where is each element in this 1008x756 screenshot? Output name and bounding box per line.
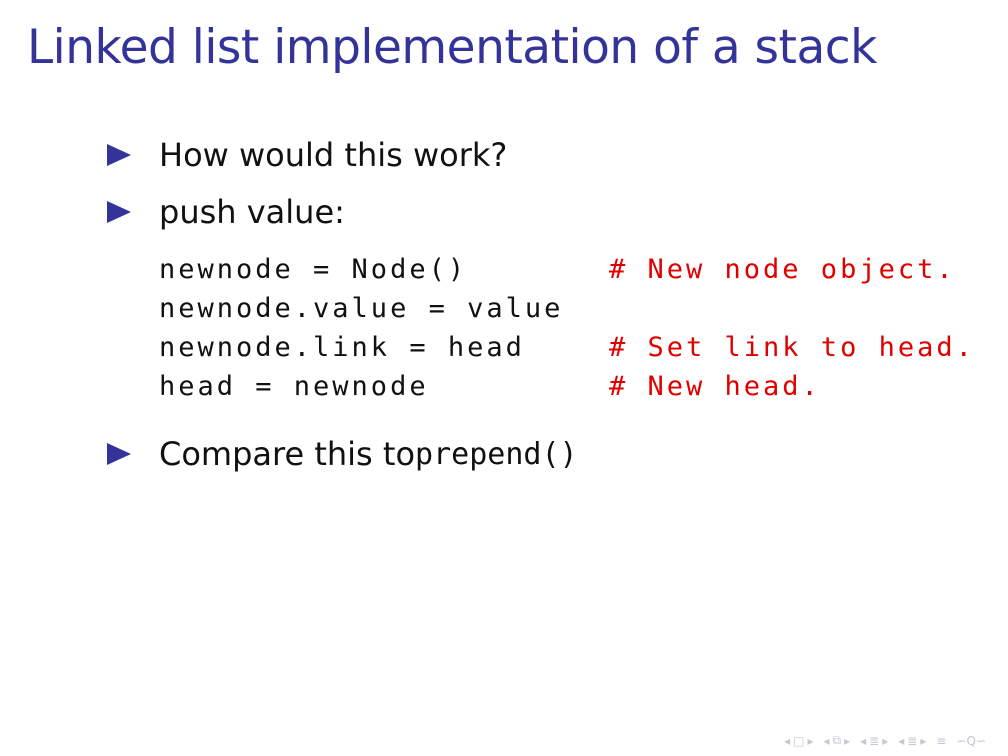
nav-frame-group[interactable]: ◂ □ ▸ (784, 734, 813, 748)
nav-left-arrow-icon[interactable]: ◂ (784, 734, 790, 748)
bullet-item: push value: (107, 193, 345, 231)
code-line: head = newnode # New head. (159, 367, 818, 406)
section-icon[interactable]: ≣ (907, 734, 917, 748)
nav-section-group[interactable]: ◂ ≣ ▸ (860, 734, 888, 748)
code-comment: # New node object. (609, 254, 956, 285)
code-statement: newnode.link = head (159, 332, 525, 363)
search-icon[interactable]: ∽Q∽ (956, 734, 986, 748)
bullet-text: Compare this to (159, 435, 416, 473)
nav-left-arrow-icon[interactable]: ◂ (823, 734, 829, 748)
bullet-text: push value: (159, 193, 345, 231)
triangle-bullet-icon (107, 144, 131, 166)
section-icon[interactable]: ≣ (869, 734, 879, 748)
nav-right-arrow-icon[interactable]: ▸ (807, 734, 813, 748)
code-line: newnode.link = head # Set link to head. (159, 328, 972, 367)
code-line: newnode = Node() # New node object. (159, 250, 953, 289)
nav-subsection-group[interactable]: ◂ ⧉ ▸ (823, 733, 850, 748)
code-block: newnode = Node() # New node object. newn… (159, 250, 972, 406)
bullet-text: How would this work? (159, 136, 508, 174)
code-comment: # New head. (609, 371, 821, 402)
bullet-item: Compare this to prepend() (107, 435, 578, 473)
code-line: newnode.value = value (159, 289, 560, 328)
code-statement: newnode = Node() (159, 254, 468, 285)
slide-title: Linked list implementation of a stack (27, 20, 877, 75)
bullet-item: How would this work? (107, 136, 507, 174)
nav-right-arrow-icon[interactable]: ▸ (920, 734, 926, 748)
inline-code: prepend() (415, 436, 578, 472)
triangle-bullet-icon (107, 201, 131, 223)
nav-right-arrow-icon[interactable]: ▸ (844, 734, 850, 748)
code-statement: head = newnode (159, 371, 429, 402)
align-icon[interactable]: ≡ (936, 734, 946, 748)
code-comment: # Set link to head. (609, 332, 975, 363)
beamer-navigation-bar: ◂ □ ▸ ◂ ⧉ ▸ ◂ ≣ ▸ ◂ ≣ ▸ ≡ ∽Q∽ (784, 733, 986, 748)
subsection-icon[interactable]: ⧉ (833, 733, 842, 748)
nav-left-arrow-icon[interactable]: ◂ (860, 734, 866, 748)
frame-icon[interactable]: □ (793, 734, 804, 748)
nav-right-arrow-icon[interactable]: ▸ (882, 734, 888, 748)
code-statement: newnode.value = value (159, 293, 564, 324)
triangle-bullet-icon (107, 443, 131, 465)
nav-part-group[interactable]: ◂ ≣ ▸ (898, 734, 926, 748)
nav-left-arrow-icon[interactable]: ◂ (898, 734, 904, 748)
